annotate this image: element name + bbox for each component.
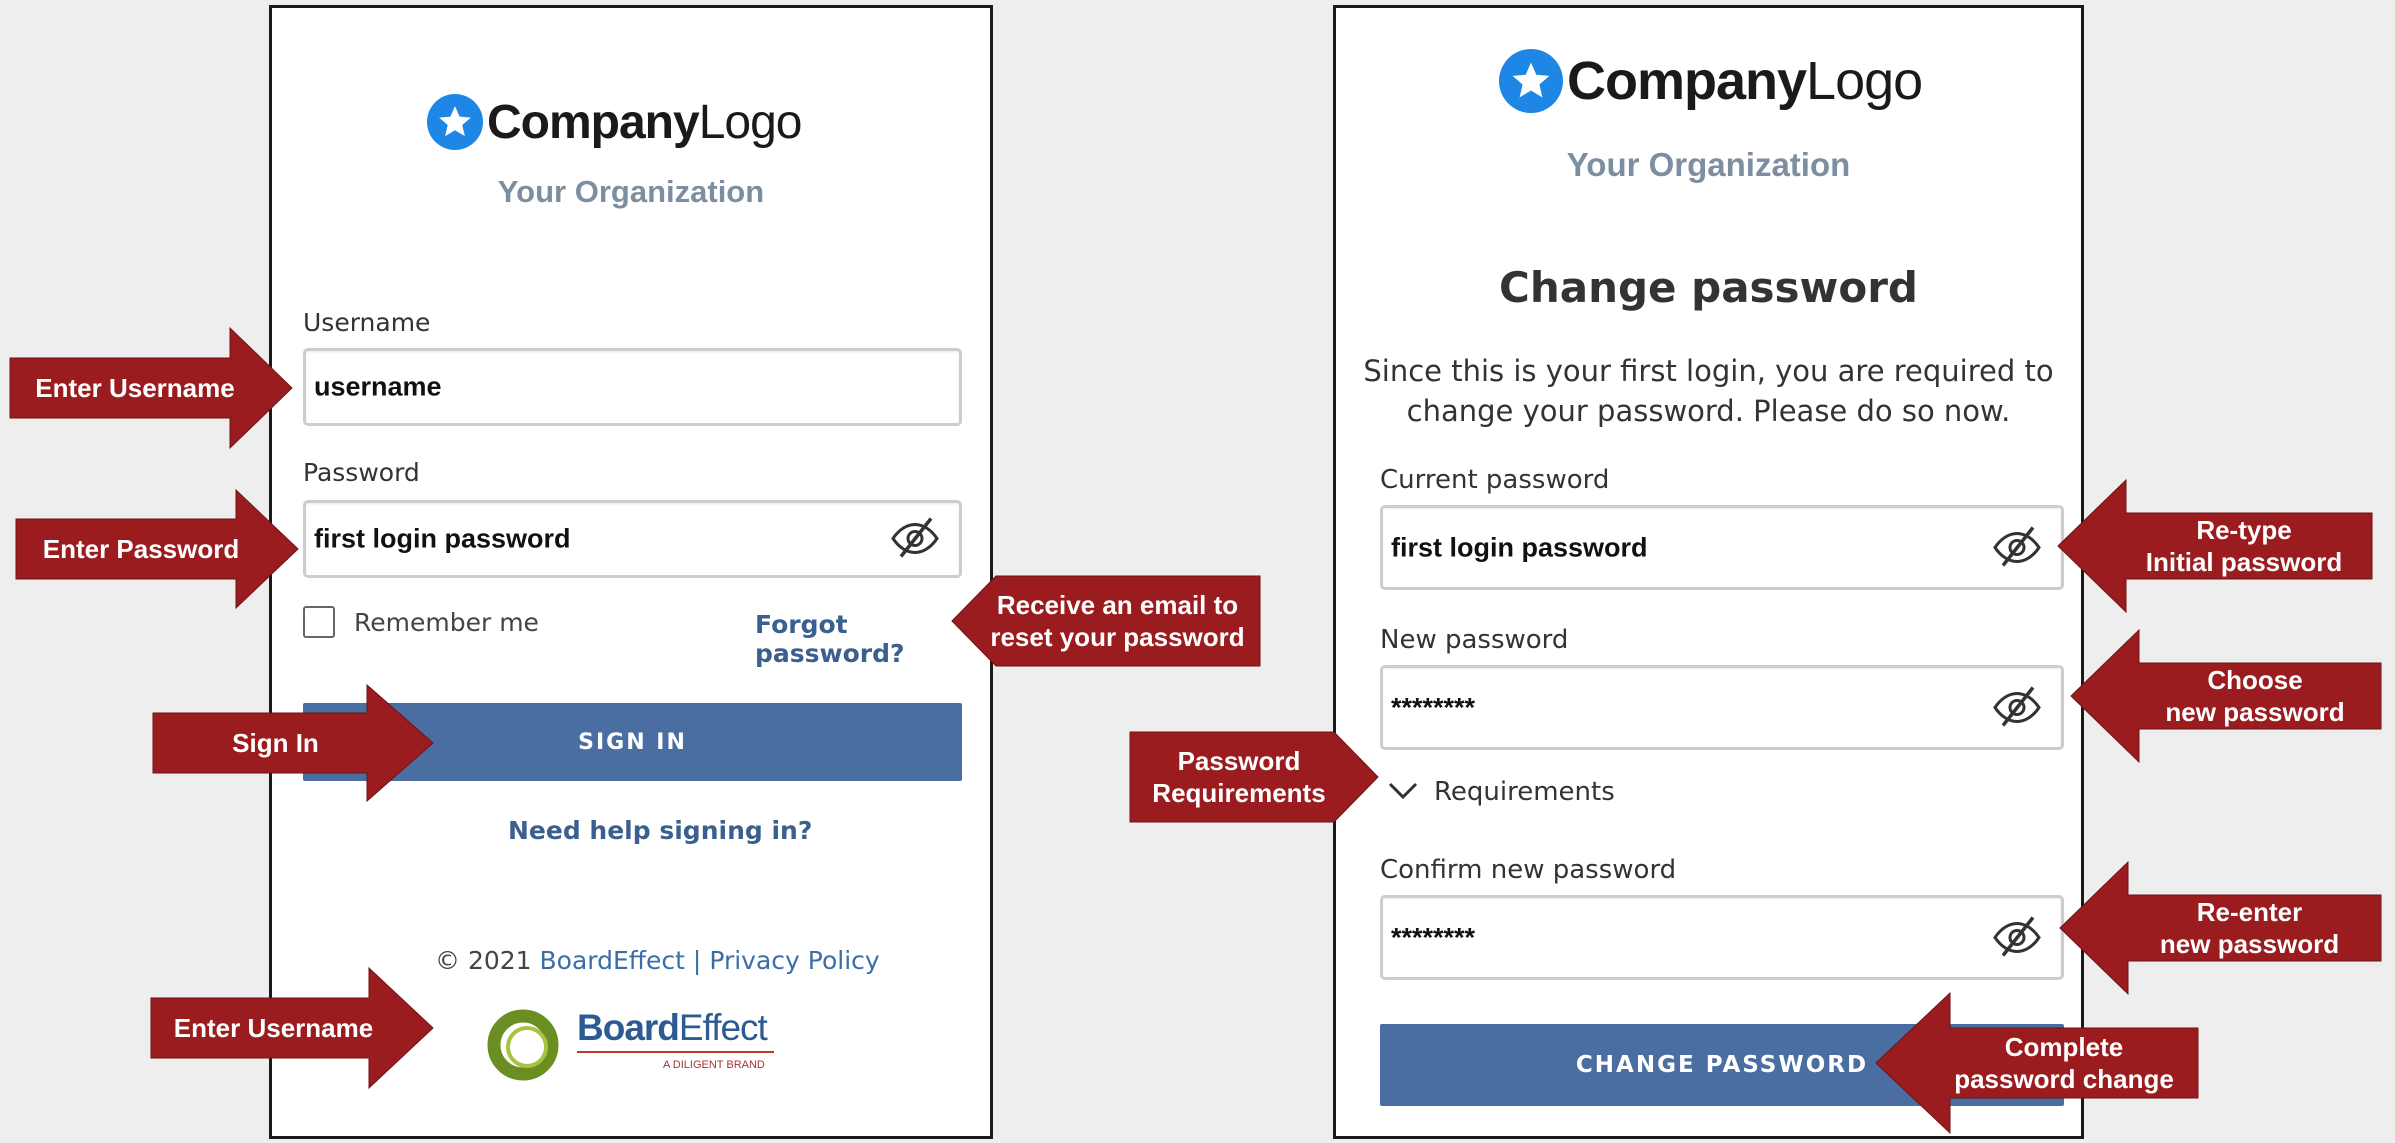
callout-enter-username: Enter Username: [35, 373, 235, 403]
callout-enter-password: Enter Password: [42, 534, 240, 564]
change-password-panel: CompanyLogo Your Organization Change pas…: [1333, 5, 2084, 1139]
current-password-input[interactable]: first login password: [1380, 505, 2064, 590]
help-signing-in-link[interactable]: Need help signing in?: [508, 816, 812, 845]
current-password-label: Current password: [1380, 465, 1610, 495]
first-login-message: Since this is your first login, you are …: [1363, 354, 2054, 428]
new-password-input[interactable]: ********: [1380, 665, 2064, 750]
password-label: Password: [303, 458, 420, 487]
callout-reenter: Re-enter new password: [2159, 897, 2340, 959]
company-logo: CompanyLogo: [427, 94, 802, 150]
boardeffect-ring-icon: [487, 1009, 559, 1081]
callout-choose: Choose new password: [2165, 665, 2345, 727]
new-password-label: New password: [1380, 625, 1569, 655]
callout-retype: Re-type Initial password: [2145, 515, 2343, 577]
eye-slash-icon[interactable]: [1991, 523, 2043, 572]
callout-forgot: Receive an email to reset your password: [990, 590, 1245, 652]
requirements-toggle[interactable]: Requirements: [1386, 777, 1615, 807]
company-logo: CompanyLogo: [1499, 49, 1923, 113]
privacy-policy-link[interactable]: Privacy Policy: [709, 946, 879, 975]
boardeffect-link[interactable]: BoardEffect: [540, 946, 685, 975]
page-title: Change password: [1499, 263, 1918, 312]
callout-requirements: Password Requirements: [1152, 746, 1326, 808]
eye-slash-icon[interactable]: [1991, 913, 2043, 962]
footer: © 2021 BoardEffect | Privacy Policy: [435, 946, 880, 975]
username-label: Username: [303, 308, 431, 337]
remember-me-label: Remember me: [354, 608, 539, 637]
organization-name: Your Organization: [1566, 146, 1851, 183]
eye-slash-icon[interactable]: [1991, 683, 2043, 732]
copyright-text: © 2021: [435, 946, 532, 975]
remember-me-checkbox[interactable]: [303, 606, 335, 638]
boardeffect-logo: BoardEffect A DILIGENT BRAND: [485, 1005, 785, 1085]
requirements-label: Requirements: [1434, 777, 1615, 807]
star-icon: [427, 94, 483, 150]
callout-complete: Complete password change: [1954, 1032, 2174, 1094]
eye-slash-icon[interactable]: [889, 515, 941, 564]
confirm-password-label: Confirm new password: [1380, 855, 1677, 885]
callout-sign-in: Sign In: [232, 728, 319, 758]
callout-enter-username-footer: Enter Username: [173, 1013, 374, 1043]
username-input[interactable]: username: [303, 348, 962, 426]
footer-separator: |: [692, 946, 702, 975]
organization-name: Your Organization: [497, 174, 765, 209]
confirm-password-input[interactable]: ********: [1380, 895, 2064, 980]
password-input[interactable]: first login password: [303, 500, 962, 578]
chevron-down-icon: [1386, 778, 1420, 807]
star-icon: [1499, 49, 1563, 113]
